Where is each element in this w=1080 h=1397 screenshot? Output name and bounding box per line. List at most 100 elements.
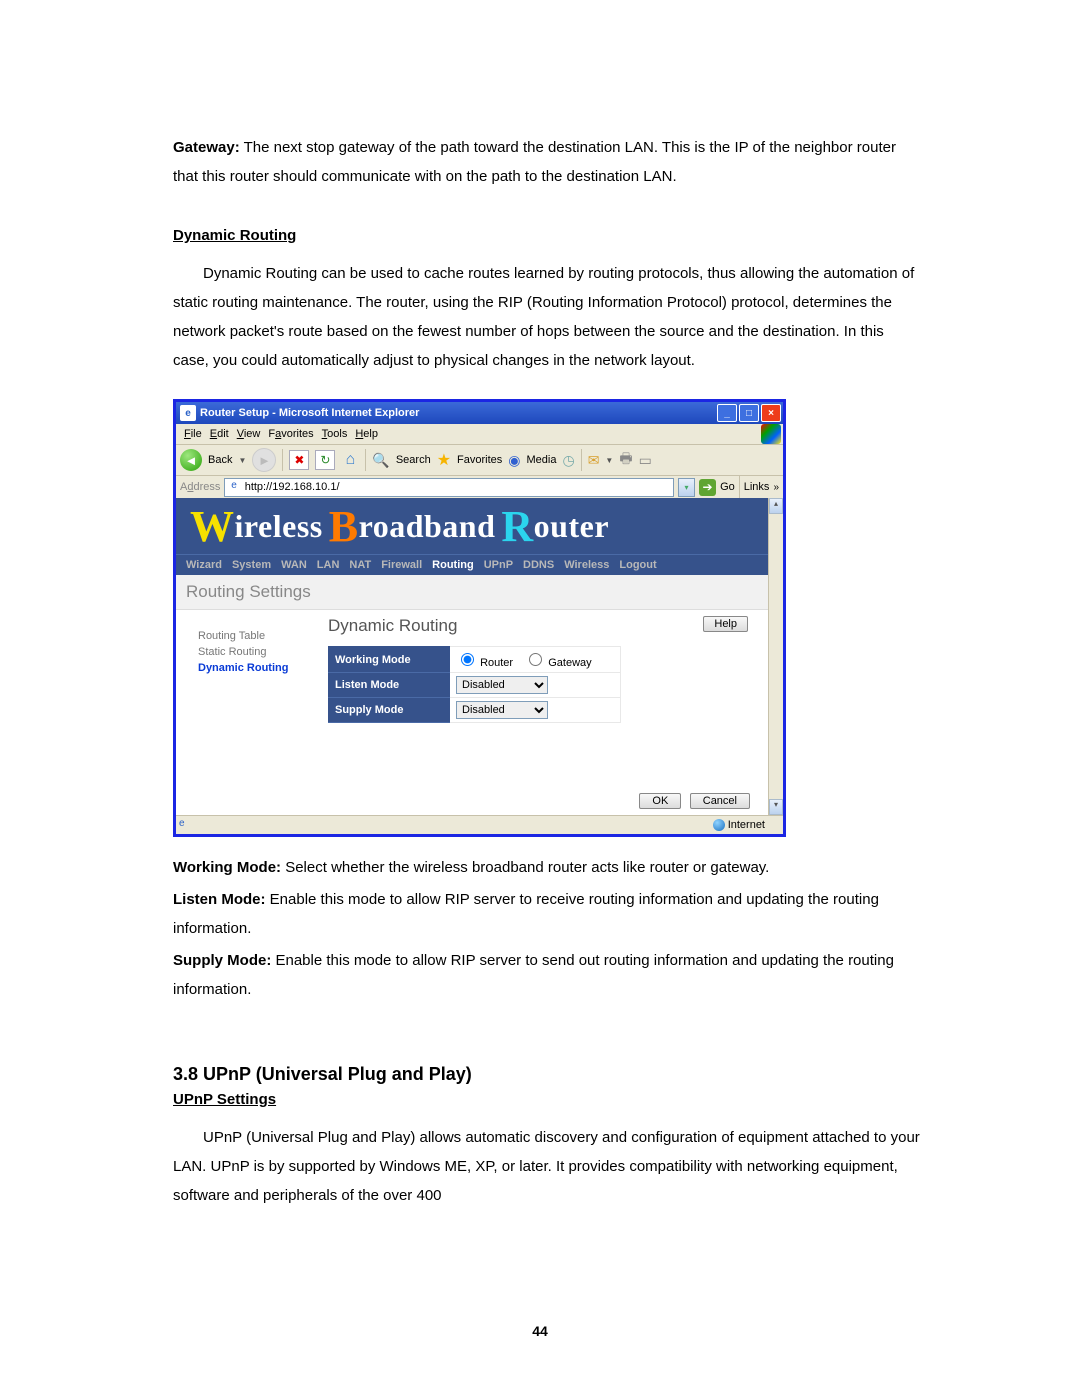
cancel-button[interactable]: Cancel — [690, 793, 750, 809]
nav-routing[interactable]: Routing — [432, 559, 474, 571]
dialog-buttons: OK Cancel — [176, 781, 768, 815]
menu-bar: File Edit View Favorites Tools Help — [176, 424, 783, 445]
go-button[interactable]: ➔ — [699, 479, 716, 496]
upnp-paragraph: UPnP (Universal Plug and Play) allows au… — [173, 1123, 922, 1210]
edit-icon[interactable]: ▭ — [639, 452, 652, 469]
nav-ddns[interactable]: DDNS — [523, 559, 554, 571]
favorites-label: Favorites — [457, 454, 502, 466]
back-dropdown-icon[interactable]: ▼ — [238, 456, 246, 465]
menu-view[interactable]: View — [237, 428, 261, 440]
page-icon: e — [227, 480, 240, 494]
lm-label: Listen Mode: — [173, 891, 266, 908]
nav-wireless[interactable]: Wireless — [564, 559, 609, 571]
zone-indicator: Internet — [713, 816, 765, 834]
print-icon[interactable]: 🖶 — [619, 448, 632, 472]
toolbar: ◄ Back ▼ ► ✖ ↻ ⌂ 🔍 Search ★ Favorites ◉ … — [176, 445, 783, 476]
home-button[interactable]: ⌂ — [341, 451, 359, 469]
upnp-heading: 3.8 UPnP (Universal Plug and Play) — [173, 1064, 922, 1085]
wm-text: Select whether the wireless broadband ro… — [281, 859, 769, 876]
menu-file[interactable]: File — [184, 428, 202, 440]
search-label: Search — [396, 454, 431, 466]
dynamic-routing-paragraph: Dynamic Routing can be used to cache rou… — [173, 259, 922, 375]
menu-tools[interactable]: Tools — [322, 428, 348, 440]
nav-logout[interactable]: Logout — [619, 559, 656, 571]
back-label: Back — [208, 454, 232, 466]
router-banner: Wireless Broadband Router — [176, 498, 768, 554]
history-icon[interactable]: ◷ — [562, 452, 574, 469]
scroll-up-icon[interactable]: ▴ — [769, 498, 783, 514]
windows-flag-icon — [761, 424, 781, 444]
supply-mode-label: Supply Mode — [329, 698, 450, 723]
router-nav: Wizard System WAN LAN NAT Firewall Routing UPnP… — [176, 554, 768, 575]
settings-pane: Dynamic Routing Help Working Mode Router… — [328, 616, 768, 773]
listen-mode-select[interactable]: Disabled — [456, 676, 548, 694]
settings-table: Working Mode Router Gateway Listen Mode … — [328, 646, 621, 723]
separator — [581, 449, 582, 471]
mail-icon[interactable]: ✉ — [588, 452, 600, 469]
sm-label: Supply Mode: — [173, 952, 271, 969]
minimize-button[interactable]: _ — [717, 404, 737, 422]
media-icon[interactable]: ◉ — [508, 452, 520, 469]
globe-icon — [713, 819, 725, 831]
menu-favorites[interactable]: Favorites — [268, 428, 313, 440]
gateway-text: The next stop gateway of the path toward… — [173, 139, 896, 185]
nav-wan[interactable]: WAN — [281, 559, 307, 571]
separator — [739, 476, 740, 498]
router-radio[interactable]: Router — [456, 657, 513, 669]
gateway-radio[interactable]: Gateway — [524, 657, 591, 669]
search-icon[interactable]: 🔍 — [372, 452, 389, 469]
side-static-routing[interactable]: Static Routing — [198, 646, 328, 658]
stop-button[interactable]: ✖ — [289, 450, 309, 470]
browser-viewport: Wireless Broadband Router Wizard System WA… — [176, 498, 783, 815]
address-bar: Address e ▾ ➔ Go Links » — [176, 476, 783, 498]
address-dropdown-icon[interactable]: ▾ — [678, 478, 695, 497]
upnp-subheading: UPnP Settings — [173, 1091, 922, 1108]
window-title: Router Setup - Microsoft Internet Explor… — [200, 407, 419, 419]
mail-dropdown-icon[interactable]: ▼ — [605, 456, 613, 465]
working-mode-paragraph: Working Mode: Select whether the wireles… — [173, 853, 922, 882]
scroll-track[interactable] — [769, 514, 783, 799]
ok-button[interactable]: OK — [639, 793, 681, 809]
section-title: Routing Settings — [176, 575, 768, 610]
dynamic-routing-heading: Dynamic Routing — [173, 227, 922, 244]
favorites-icon[interactable]: ★ — [437, 450, 451, 470]
scroll-down-icon[interactable]: ▾ — [769, 799, 783, 815]
supply-mode-select[interactable]: Disabled — [456, 701, 548, 719]
address-box: e — [224, 478, 674, 497]
title-bar: e Router Setup - Microsoft Internet Expl… — [176, 402, 783, 424]
maximize-button[interactable]: □ — [739, 404, 759, 422]
scrollbar[interactable]: ▴ ▾ — [768, 498, 783, 815]
listen-mode-paragraph: Listen Mode: Enable this mode to allow R… — [173, 885, 922, 943]
supply-mode-paragraph: Supply Mode: Enable this mode to allow R… — [173, 946, 922, 1004]
pane-title: Dynamic Routing — [328, 616, 457, 636]
side-routing-table[interactable]: Routing Table — [198, 630, 328, 642]
refresh-button[interactable]: ↻ — [315, 450, 335, 470]
separator — [282, 449, 283, 471]
wm-label: Working Mode: — [173, 859, 281, 876]
media-label: Media — [527, 454, 557, 466]
back-button[interactable]: ◄ — [180, 449, 202, 471]
go-label: Go — [720, 481, 735, 493]
links-chevron-icon[interactable]: » — [773, 482, 779, 493]
nav-firewall[interactable]: Firewall — [381, 559, 422, 571]
nav-nat[interactable]: NAT — [349, 559, 371, 571]
nav-lan[interactable]: LAN — [317, 559, 340, 571]
done-icon: e — [179, 818, 193, 832]
forward-button[interactable]: ► — [252, 448, 276, 472]
menu-edit[interactable]: Edit — [210, 428, 229, 440]
close-button[interactable]: × — [761, 404, 781, 422]
help-button[interactable]: Help — [703, 616, 748, 632]
menu-help[interactable]: Help — [355, 428, 378, 440]
nav-upnp[interactable]: UPnP — [484, 559, 513, 571]
gateway-label: Gateway: — [173, 139, 240, 156]
status-bar: e Internet — [176, 815, 783, 834]
page-number: 44 — [0, 1323, 1080, 1339]
url-input[interactable] — [243, 480, 673, 494]
working-mode-label: Working Mode — [329, 647, 450, 673]
nav-wizard[interactable]: Wizard — [186, 559, 222, 571]
document-page: Gateway: The next stop gateway of the pa… — [0, 0, 1080, 1397]
nav-system[interactable]: System — [232, 559, 271, 571]
sm-text: Enable this mode to allow RIP server to … — [173, 952, 894, 998]
side-dynamic-routing[interactable]: Dynamic Routing — [198, 662, 328, 674]
links-label[interactable]: Links — [744, 481, 770, 493]
